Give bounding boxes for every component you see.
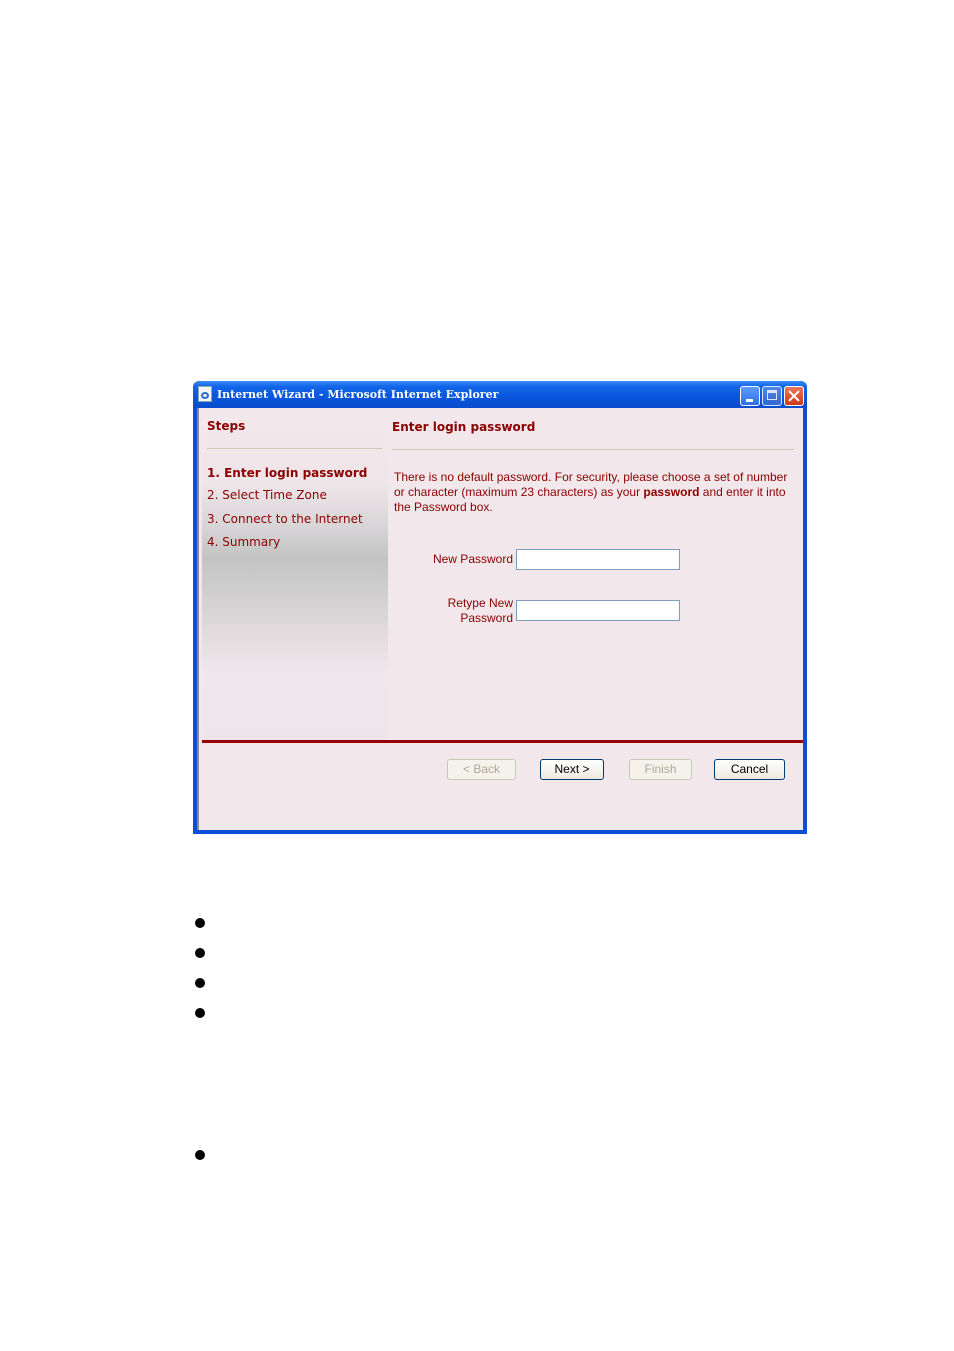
bullet-point bbox=[195, 1008, 205, 1018]
steps-sidebar: Steps 1. Enter login password 2. Select … bbox=[202, 408, 388, 741]
step-enter-login-password: 1. Enter login password bbox=[207, 466, 368, 480]
retype-password-label: Retype New Password bbox=[419, 596, 513, 626]
next-button[interactable]: Next > bbox=[540, 759, 604, 780]
steps-heading: Steps bbox=[207, 419, 246, 433]
footer-divider bbox=[202, 740, 803, 743]
window-title: Internet Wizard - Microsoft Internet Exp… bbox=[217, 388, 499, 401]
retype-password-input[interactable] bbox=[516, 600, 680, 621]
wizard-window: Internet Wizard - Microsoft Internet Exp… bbox=[193, 381, 807, 834]
description-bold: password bbox=[643, 485, 700, 499]
maximize-button[interactable] bbox=[762, 386, 782, 406]
retype-label-line2: Password bbox=[460, 611, 513, 625]
finish-button[interactable]: Finish bbox=[629, 759, 692, 780]
step-connect-internet: 3. Connect to the Internet bbox=[207, 512, 363, 526]
step-select-time-zone: 2. Select Time Zone bbox=[207, 488, 327, 502]
sidebar-divider bbox=[207, 448, 382, 449]
retype-label-line1: Retype New bbox=[447, 596, 513, 610]
title-bar[interactable]: Internet Wizard - Microsoft Internet Exp… bbox=[193, 381, 807, 408]
minimize-button[interactable] bbox=[740, 386, 760, 406]
back-button[interactable]: < Back bbox=[447, 759, 516, 780]
ie-page-icon bbox=[198, 386, 212, 402]
close-button[interactable] bbox=[784, 386, 804, 406]
new-password-input[interactable] bbox=[516, 549, 680, 570]
step-summary: 4. Summary bbox=[207, 535, 281, 549]
page-title: Enter login password bbox=[392, 420, 536, 434]
bullet-point bbox=[195, 948, 205, 958]
wizard-client-area: Steps 1. Enter login password 2. Select … bbox=[197, 408, 803, 830]
bullet-point bbox=[195, 1150, 205, 1160]
cancel-button[interactable]: Cancel bbox=[714, 759, 785, 780]
bullet-point bbox=[195, 918, 205, 928]
new-password-label: New Password bbox=[432, 552, 513, 566]
password-description: There is no default password. For securi… bbox=[394, 470, 794, 515]
bullet-point bbox=[195, 978, 205, 988]
content-divider bbox=[392, 449, 794, 450]
